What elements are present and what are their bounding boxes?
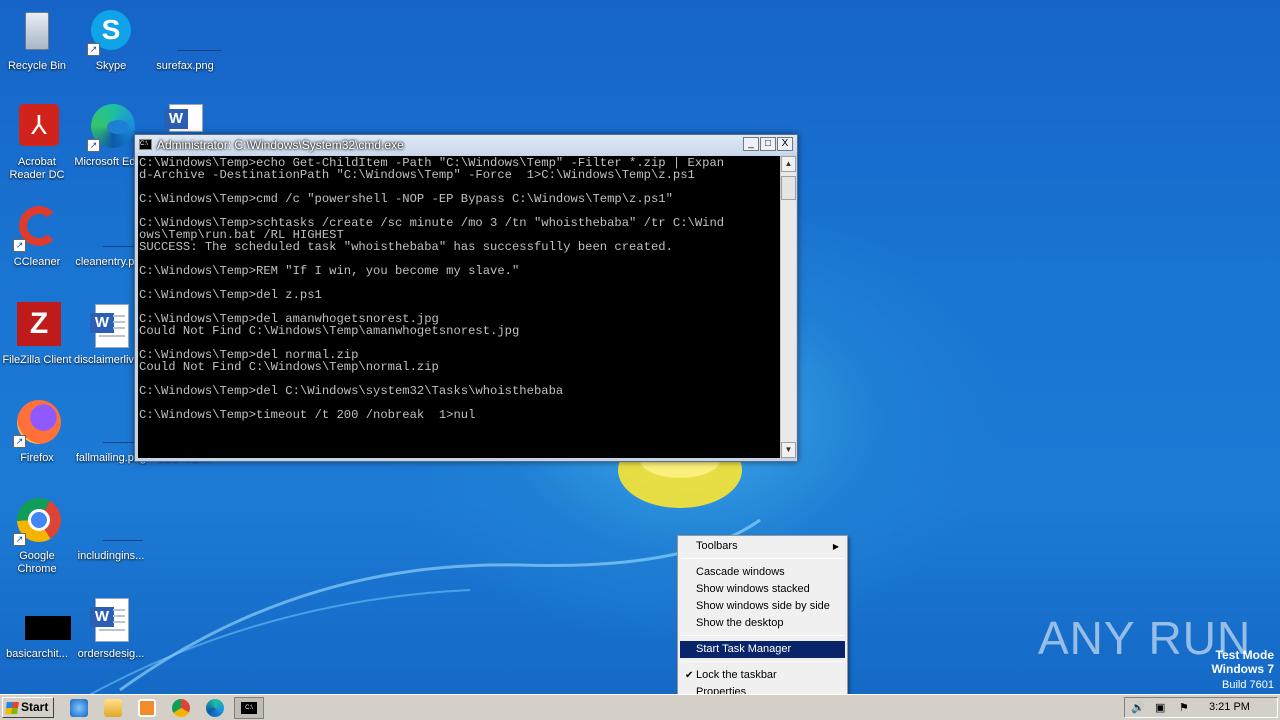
cmd-console[interactable]: C:\Windows\Temp>echo Get-ChildItem -Path… <box>138 156 780 458</box>
desktop-icon-recycle-bin[interactable]: Recycle Bin <box>0 8 74 73</box>
close-button[interactable]: X <box>777 137 793 151</box>
desktop-icon-surefax[interactable]: surefax.png <box>148 8 222 73</box>
word-doc-icon: W <box>87 596 135 644</box>
desktop-icon-filezilla[interactable]: Z FileZilla Client <box>0 302 74 367</box>
edge-taskbar-icon[interactable] <box>206 699 224 717</box>
console-line: C:\Windows\Temp>del z.ps1 <box>139 288 322 302</box>
desktop-icon-includingins[interactable]: includingins... <box>74 498 148 563</box>
desktop-icon-label: Google Chrome <box>17 550 57 575</box>
image-file-icon <box>13 596 71 644</box>
desktop-icon-acrobat[interactable]: ⅄ Acrobat Reader DC <box>0 104 74 182</box>
desktop-icon-label: FileZilla Client <box>2 354 72 366</box>
cmd-title: Administrator: C:\Windows\System32\cmd.e… <box>157 138 404 152</box>
console-line: C:\Windows\Temp>timeout /t 200 /nobreak … <box>139 408 476 422</box>
desktop-icon-label: surefax.png <box>156 60 214 72</box>
desktop-icon-chrome[interactable]: ↗ Google Chrome <box>0 498 74 576</box>
console-line: Could Not Find C:\Windows\Temp\amanwhoge… <box>139 324 520 338</box>
filezilla-icon: Z <box>13 302 61 350</box>
console-line: C:\Windows\Temp>del C:\Windows\system32\… <box>139 384 564 398</box>
desktop-icon-label: Acrobat Reader DC <box>9 156 65 181</box>
console-line: C:\Windows\Temp>cmd /c "powershell -NOP … <box>139 192 673 206</box>
os-label: Windows 7 <box>1211 662 1274 676</box>
menu-item-show-desktop[interactable]: Show the desktop <box>680 615 845 632</box>
scroll-down-icon[interactable]: ▼ <box>781 442 796 458</box>
chrome-taskbar-icon[interactable] <box>172 699 190 717</box>
ccleaner-icon: ↗ <box>13 204 61 252</box>
volume-icon[interactable]: 🔊 <box>1131 701 1145 714</box>
scroll-up-icon[interactable]: ▲ <box>781 156 796 172</box>
cmd-scrollbar[interactable]: ▲ ▼ <box>780 156 796 458</box>
console-line: d-Archive -DestinationPath "C:\Windows\T… <box>139 168 695 182</box>
word-doc-icon: W <box>87 302 135 350</box>
taskbar[interactable]: Start C:\ 🔊 ▣ ⚑ 3:21 PM <box>0 694 1280 720</box>
cmd-taskbar-icon: C:\ <box>241 702 257 714</box>
desktop-icon-ordersdesig[interactable]: W ordersdesig... <box>74 596 148 661</box>
desktop-icon-label: CCleaner <box>13 256 61 268</box>
clock[interactable]: 3:21 PM <box>1209 701 1250 713</box>
edge-icon: ↗ <box>87 104 135 152</box>
desktop-icon-label: Firefox <box>20 452 54 464</box>
start-label: Start <box>21 700 49 714</box>
menu-item-lock-taskbar[interactable]: ✔ Lock the taskbar <box>680 667 845 684</box>
cmd-taskbar-button[interactable]: C:\ <box>234 697 264 719</box>
cmd-window[interactable]: C:\ Administrator: C:\Windows\System32\c… <box>134 134 798 462</box>
explorer-icon[interactable] <box>104 699 122 717</box>
cmd-title-bar[interactable]: C:\ Administrator: C:\Windows\System32\c… <box>135 135 797 155</box>
menu-separator <box>681 661 844 662</box>
desktop-icon-label: includingins... <box>77 550 145 562</box>
submenu-arrow-icon: ▶ <box>832 542 839 551</box>
scroll-thumb[interactable] <box>781 176 796 200</box>
menu-item-label: Lock the taskbar <box>696 669 777 681</box>
desktop-icon-label: basicarchit... <box>6 648 68 660</box>
taskbar-context-menu[interactable]: Toolbars ▶ Cascade windows Show windows s… <box>677 535 848 703</box>
console-line: SUCCESS: The scheduled task "whoisthebab… <box>139 240 673 254</box>
recycle-bin-icon <box>13 8 61 56</box>
cmd-icon: C:\ <box>139 139 152 150</box>
desktop-icon-skype[interactable]: S ↗ Skype <box>74 8 148 73</box>
image-file-icon <box>87 400 143 448</box>
desktop-icon-label: Skype <box>95 60 127 72</box>
desktop-icon-basicarchit[interactable]: basicarchit... <box>0 596 74 661</box>
menu-item-cascade[interactable]: Cascade windows <box>680 564 845 581</box>
menu-separator <box>681 558 844 559</box>
test-mode-label: Test Mode <box>1215 648 1274 662</box>
image-file-icon <box>87 204 143 252</box>
desktop-icon-ccleaner[interactable]: ↗ CCleaner <box>0 204 74 269</box>
checkmark-icon: ✔ <box>685 670 694 681</box>
build-label: Build 7601 <box>1222 679 1274 691</box>
minimize-button[interactable]: _ <box>743 137 759 151</box>
firefox-icon: ↗ <box>13 400 61 448</box>
acrobat-icon: ⅄ <box>13 104 61 152</box>
image-file-icon <box>87 498 143 546</box>
desktop-icon-firefox[interactable]: ↗ Firefox <box>0 400 74 465</box>
skype-icon: S ↗ <box>87 8 135 56</box>
chrome-icon: ↗ <box>13 498 61 546</box>
menu-item-side-by-side[interactable]: Show windows side by side <box>680 598 845 615</box>
start-button[interactable]: Start <box>2 697 54 718</box>
console-line: C:\Windows\Temp>REM "If I win, you becom… <box>139 264 520 278</box>
network-icon[interactable]: ▣ <box>1155 701 1165 714</box>
menu-item-label: Toolbars <box>696 540 738 552</box>
menu-item-toolbars[interactable]: Toolbars ▶ <box>680 538 845 555</box>
media-player-icon[interactable] <box>138 699 156 717</box>
maximize-button[interactable]: □ <box>760 137 776 151</box>
desktop-icon-label: Recycle Bin <box>7 60 67 72</box>
menu-separator <box>681 635 844 636</box>
menu-item-stacked[interactable]: Show windows stacked <box>680 581 845 598</box>
windows-logo-icon <box>5 702 19 714</box>
desktop-icon-label: ordersdesig... <box>77 648 145 660</box>
image-file-icon <box>161 8 221 56</box>
menu-item-task-manager[interactable]: Start Task Manager <box>680 641 845 658</box>
action-center-flag-icon[interactable]: ⚑ <box>1179 701 1189 714</box>
console-line: Could Not Find C:\Windows\Temp\normal.zi… <box>139 360 439 374</box>
ie-icon[interactable] <box>70 699 88 717</box>
system-tray: 🔊 ▣ ⚑ 3:21 PM <box>1124 697 1278 718</box>
